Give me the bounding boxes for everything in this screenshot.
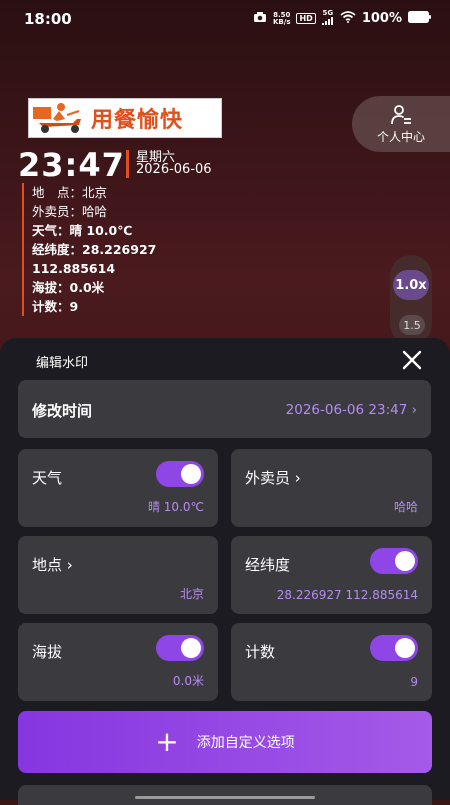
status-icons: 8.50 KB/s HD 5G 100% (253, 10, 432, 27)
altitude-value: 0.0米 (172, 674, 204, 688)
modify-time-label: 修改时间 (32, 402, 93, 420)
sheet-title: 编辑水印 (36, 356, 89, 371)
watermark-time: 23:47 (18, 146, 125, 184)
watermark-longitude: 112.885614 (32, 261, 116, 276)
personal-center-label: 个人中心 (376, 129, 425, 144)
altitude-tile[interactable]: 海拔 0.0米 (18, 623, 218, 701)
altitude-label: 海拔 (32, 643, 63, 661)
count-label: 计数 (245, 643, 276, 661)
toggle-knob (181, 638, 201, 658)
watermark-count: 计数：9 (32, 299, 79, 314)
speed-option-1-5x[interactable]: 1.5 (399, 315, 425, 335)
hd-badge: HD (296, 13, 316, 24)
status-time: 18:00 (24, 10, 72, 28)
watermark-date: 2026-06-06 (136, 162, 212, 177)
plus-icon: + (155, 725, 179, 758)
watermark-logo: 用餐愉快 (28, 98, 222, 138)
edit-watermark-sheet: 编辑水印 修改时间 2026-06-06 23:47 › 天气 晴 10.0℃ … (0, 338, 450, 805)
modify-time-row[interactable]: 修改时间 2026-06-06 23:47 › (18, 380, 431, 438)
watermark-altitude: 海拔：0.0米 (32, 280, 105, 295)
coordinates-label: 经纬度 (245, 556, 291, 574)
toggle-knob (395, 638, 415, 658)
status-bar: 18:00 8.50 KB/s HD 5G 100% (0, 0, 450, 38)
location-value: 北京 (179, 587, 204, 601)
battery-percent: 100% (361, 11, 402, 26)
altitude-toggle[interactable] (156, 635, 204, 661)
watermark-location: 地 点：北京 (32, 185, 108, 200)
watermark-courier: 外卖员：哈哈 (32, 204, 108, 219)
battery-icon (408, 10, 432, 27)
delivery-rider-icon (33, 103, 81, 133)
logo-text: 用餐愉快 (91, 108, 184, 133)
user-profile-icon (391, 104, 411, 124)
watermark-coords: 经纬度：28.226927 (32, 242, 157, 257)
weather-tile[interactable]: 天气 晴 10.0℃ (18, 449, 218, 527)
watermark-info: 地 点：北京 外卖员：哈哈 天气：晴 10.0℃ 经纬度：28.226927 1… (22, 183, 156, 316)
courier-value: 哈哈 (393, 500, 418, 514)
count-tile[interactable]: 计数 9 (231, 623, 432, 701)
close-icon[interactable] (400, 348, 424, 372)
add-custom-option-label: 添加自定义选项 (196, 735, 295, 751)
speed-option-1x[interactable]: 1.0x (393, 270, 429, 300)
signal-icon: 5G (321, 10, 334, 27)
location-tile[interactable]: 地点 › 北京 (18, 536, 218, 614)
count-value: 9 (410, 675, 418, 689)
toggle-knob (181, 464, 201, 484)
weather-toggle[interactable] (156, 461, 204, 487)
coordinates-toggle[interactable] (370, 548, 418, 574)
location-label: 地点 › (32, 556, 73, 574)
wifi-icon (340, 10, 356, 27)
watermark-weather: 天气：晴 10.0℃ (32, 223, 133, 238)
modify-time-value: 2026-06-06 23:47 › (285, 402, 417, 418)
courier-label: 外卖员 › (245, 469, 301, 487)
toggle-knob (395, 551, 415, 571)
count-toggle[interactable] (370, 635, 418, 661)
personal-center-button[interactable]: 个人中心 (352, 96, 450, 152)
camera-icon (253, 11, 267, 27)
home-indicator[interactable] (135, 796, 315, 799)
network-speed: 8.50 KB/s (273, 10, 291, 26)
watermark-divider (126, 150, 129, 178)
weather-label: 天气 (32, 469, 63, 487)
next-card-peek (18, 785, 432, 805)
add-custom-option-button[interactable]: + 添加自定义选项 (18, 711, 432, 773)
coordinates-value: 28.226927 112.885614 (276, 588, 418, 602)
coordinates-tile[interactable]: 经纬度 28.226927 112.885614 (231, 536, 432, 614)
courier-tile[interactable]: 外卖员 › 哈哈 (231, 449, 432, 527)
weather-value: 晴 10.0℃ (147, 500, 204, 514)
